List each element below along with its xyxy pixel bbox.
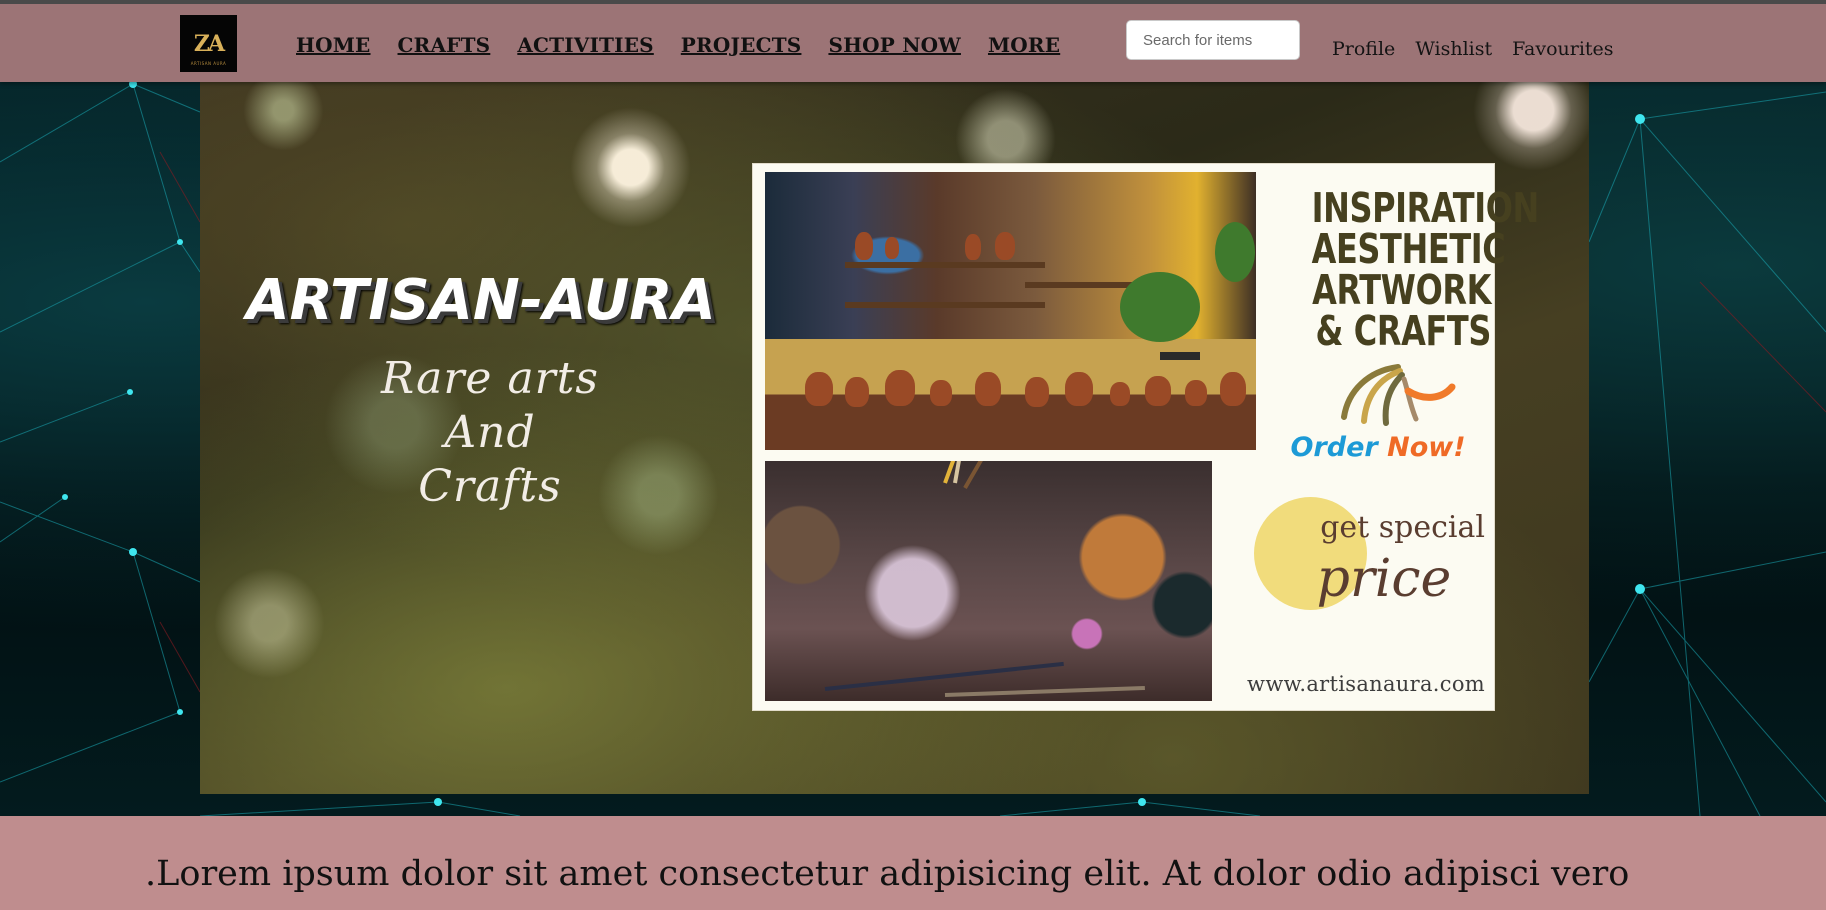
nav-more-link[interactable]: MORE — [988, 33, 1060, 57]
swoosh-icon — [1341, 364, 1456, 426]
poster-headline: INSPIRATION AESTHETIC ARTWORK & CRAFTS — [1311, 184, 1540, 355]
headline-line: INSPIRATION — [1311, 184, 1540, 232]
description-section: .Lorem ipsum dolor sit amet consectetur … — [0, 816, 1826, 910]
description-text: .Lorem ipsum dolor sit amet consectetur … — [145, 854, 1630, 894]
pottery-shop-photo — [765, 172, 1256, 450]
price-line1: get special — [1320, 510, 1485, 545]
order-now-part1: Order — [1290, 432, 1378, 463]
tagline-line: Rare arts — [381, 353, 599, 404]
tagline-line: Crafts — [418, 461, 562, 512]
profile-link[interactable]: Profile — [1332, 38, 1395, 60]
logo-subtext: ARTISAN AURA — [190, 61, 227, 66]
logo-icon[interactable]: ZA ARTISAN AURA — [180, 15, 237, 72]
price-line2: price — [1316, 549, 1452, 609]
wishlist-link[interactable]: Wishlist — [1415, 38, 1492, 60]
order-now-label[interactable]: Order Now! — [1273, 432, 1483, 463]
ad-poster[interactable]: INSPIRATION AESTHETIC ARTWORK & CRAFTS O… — [752, 163, 1540, 711]
logo-mark: ZA — [193, 30, 225, 57]
nav-shop-now-link[interactable]: SHOP NOW — [828, 33, 961, 57]
nav-crafts-link[interactable]: CRAFTS — [398, 33, 491, 57]
user-links: Profile Wishlist Favourites — [1332, 38, 1614, 60]
poster-url: www.artisanaura.com — [1247, 672, 1485, 696]
hero-tagline: Rare arts And Crafts — [290, 352, 690, 514]
nav-home-link[interactable]: HOME — [296, 33, 371, 57]
hero-title: ARTISAN-AURA — [246, 268, 716, 333]
search-input[interactable] — [1126, 20, 1300, 60]
main-nav: HOME CRAFTS ACTIVITIES PROJECTS SHOP NOW… — [296, 33, 1060, 57]
tagline-line: And — [444, 407, 536, 458]
order-now-part2: Now! — [1387, 432, 1466, 463]
nav-projects-link[interactable]: PROJECTS — [681, 33, 802, 57]
nav-activities-link[interactable]: ACTIVITIES — [517, 33, 653, 57]
favourites-link[interactable]: Favourites — [1512, 38, 1613, 60]
headline-line: ARTWORK — [1312, 266, 1491, 314]
craft-supplies-photo — [765, 461, 1212, 701]
headline-line: & CRAFTS — [1315, 307, 1492, 355]
headline-line: AESTHETIC — [1311, 225, 1506, 273]
top-navigation-bar: ZA ARTISAN AURA HOME CRAFTS ACTIVITIES P… — [0, 0, 1826, 82]
